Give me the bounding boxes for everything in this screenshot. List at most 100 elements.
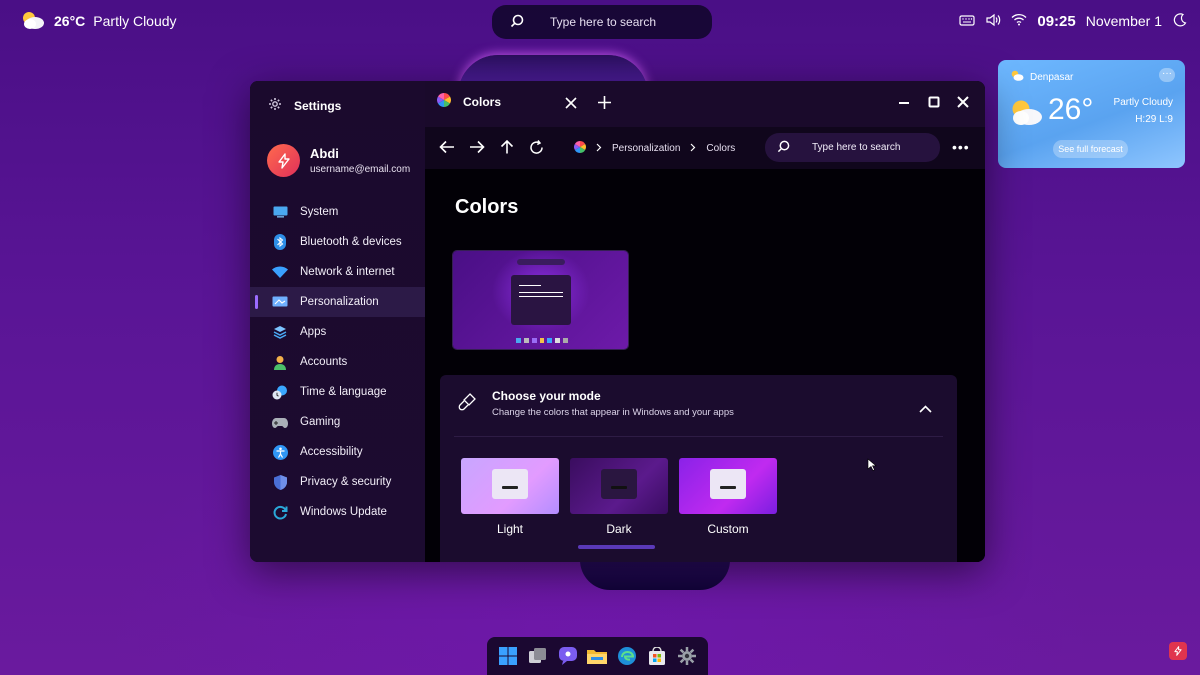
chat-icon[interactable] [558,646,578,666]
weather-widget[interactable]: Denpasar ··· 26° Partly Cloudy H:29 L:9 … [998,60,1185,168]
color-wheel-icon [437,93,451,110]
close-tab-icon[interactable] [565,96,577,114]
back-arrow-icon[interactable] [439,140,455,160]
sidebar-item-label: Bluetooth & devices [300,236,402,248]
notification-badge-icon[interactable] [1169,642,1187,660]
color-wheel-small-icon [574,141,586,156]
user-email: username@email.com [310,164,411,175]
top-search-placeholder: Type here to search [550,15,657,29]
new-tab-icon[interactable] [598,96,611,114]
selected-mode-indicator [578,545,655,549]
wifi-icon[interactable] [1011,13,1027,29]
mode-title: Choose your mode [492,389,601,403]
mode-description: Change the colors that appear in Windows… [492,407,734,418]
settings-gear-icon[interactable] [677,646,697,666]
mouse-cursor-icon [867,458,877,477]
breadcrumb-parent[interactable]: Personalization [612,143,680,154]
app-title: Settings [268,97,341,114]
close-window-icon[interactable] [957,95,969,113]
breadcrumb: Personalization Colors [574,141,735,156]
sidebar-item-apps[interactable]: Apps [250,317,425,347]
user-name: Abdi [310,146,339,161]
sidebar-item-label: Time & language [300,386,387,398]
paint-brush-icon [272,294,288,310]
sidebar-item-bluetooth[interactable]: Bluetooth & devices [250,227,425,257]
see-full-forecast-button[interactable]: See full forecast [1053,140,1128,158]
avatar [267,144,300,177]
chevron-right-icon [690,143,696,155]
tab-colors[interactable]: Colors [437,93,501,110]
refresh-icon[interactable] [529,140,545,160]
mode-option-label: Custom [707,522,749,536]
apps-stack-icon [272,324,288,340]
settings-search-box[interactable]: Type here to search [765,133,940,162]
mode-option-light[interactable]: Light [461,458,559,536]
windows-start-icon[interactable] [498,646,518,666]
choose-mode-header[interactable]: Choose your mode Change the colors that … [458,389,734,418]
mode-option-dark[interactable]: Dark [570,458,668,536]
preview-taskbar [516,338,569,344]
sidebar-item-gaming[interactable]: Gaming [250,407,425,437]
sidebar-item-label: System [300,206,339,218]
mode-option-custom[interactable]: Custom [679,458,777,536]
sidebar-item-label: Privacy & security [300,476,392,488]
chevron-up-icon[interactable] [919,400,932,418]
volume-icon[interactable] [985,13,1001,30]
dark-mode-thumbnail [570,458,668,514]
widget-temp: 26° [1048,93,1094,126]
light-mode-thumbnail [461,458,559,514]
clock-time[interactable]: 09:25 [1037,13,1075,30]
minimize-icon[interactable] [898,95,910,113]
forward-arrow-icon[interactable] [469,140,485,160]
update-refresh-icon [272,504,288,520]
up-arrow-icon[interactable] [499,139,515,160]
sidebar-item-network[interactable]: Network & internet [250,257,425,287]
store-icon[interactable] [647,646,667,666]
user-profile[interactable]: Abdi username@email.com [267,144,410,177]
chevron-right-icon [596,143,602,155]
breadcrumb-current: Colors [706,143,736,154]
choose-mode-card: Choose your mode Change the colors that … [440,375,957,562]
wallpaper-sphere-bottom [580,560,730,590]
address-bar: Personalization Colors Type here to sear… [425,127,985,169]
partly-cloudy-large-icon [1008,98,1044,129]
paint-brush-icon [458,393,476,416]
task-view-icon[interactable] [528,646,548,666]
sidebar-item-accounts[interactable]: Accounts [250,347,425,377]
sidebar-item-time-language[interactable]: Time & language [250,377,425,407]
settings-sidebar: Settings Abdi username@email.com System … [250,81,425,562]
sidebar-item-system[interactable]: System [250,197,425,227]
taskbar [487,637,708,675]
top-search-box[interactable]: Type here to search [492,5,712,39]
maximize-icon[interactable] [928,95,940,113]
sidebar-item-accessibility[interactable]: Accessibility [250,437,425,467]
sidebar-item-label: Personalization [300,296,379,308]
sidebar-item-personalization[interactable]: Personalization [250,287,425,317]
widget-location: Denpasar [1010,70,1073,84]
weather-temp: 26°C [54,13,86,29]
weather-condition: Partly Cloudy [93,13,177,29]
sidebar-item-windows-update[interactable]: Windows Update [250,497,425,527]
nav-arrows [439,139,545,160]
accounts-person-icon [272,354,288,370]
sidebar-item-label: Windows Update [300,506,387,518]
file-explorer-icon[interactable] [587,646,608,666]
more-options-icon[interactable]: ••• [952,139,970,155]
accessibility-icon [272,444,288,460]
edge-browser-icon[interactable] [617,646,637,666]
clock-date[interactable]: November 1 [1086,13,1162,29]
keyboard-icon[interactable] [959,13,975,29]
widget-more-button[interactable]: ··· [1159,68,1175,82]
taskbar-weather[interactable]: 26°C Partly Cloudy [20,10,177,32]
moon-icon[interactable] [1172,12,1188,31]
gamepad-icon [272,414,288,430]
page-title: Colors [455,196,519,218]
sidebar-item-privacy-security[interactable]: Privacy & security [250,467,425,497]
sidebar-item-label: Network & internet [300,266,395,278]
partly-cloudy-icon [20,10,46,33]
sidebar-nav: System Bluetooth & devices Network & int… [250,197,425,527]
globe-clock-icon [272,384,288,400]
theme-preview-image [453,251,628,349]
widget-high-low: H:29 L:9 [1135,114,1173,125]
custom-mode-thumbnail [679,458,777,514]
